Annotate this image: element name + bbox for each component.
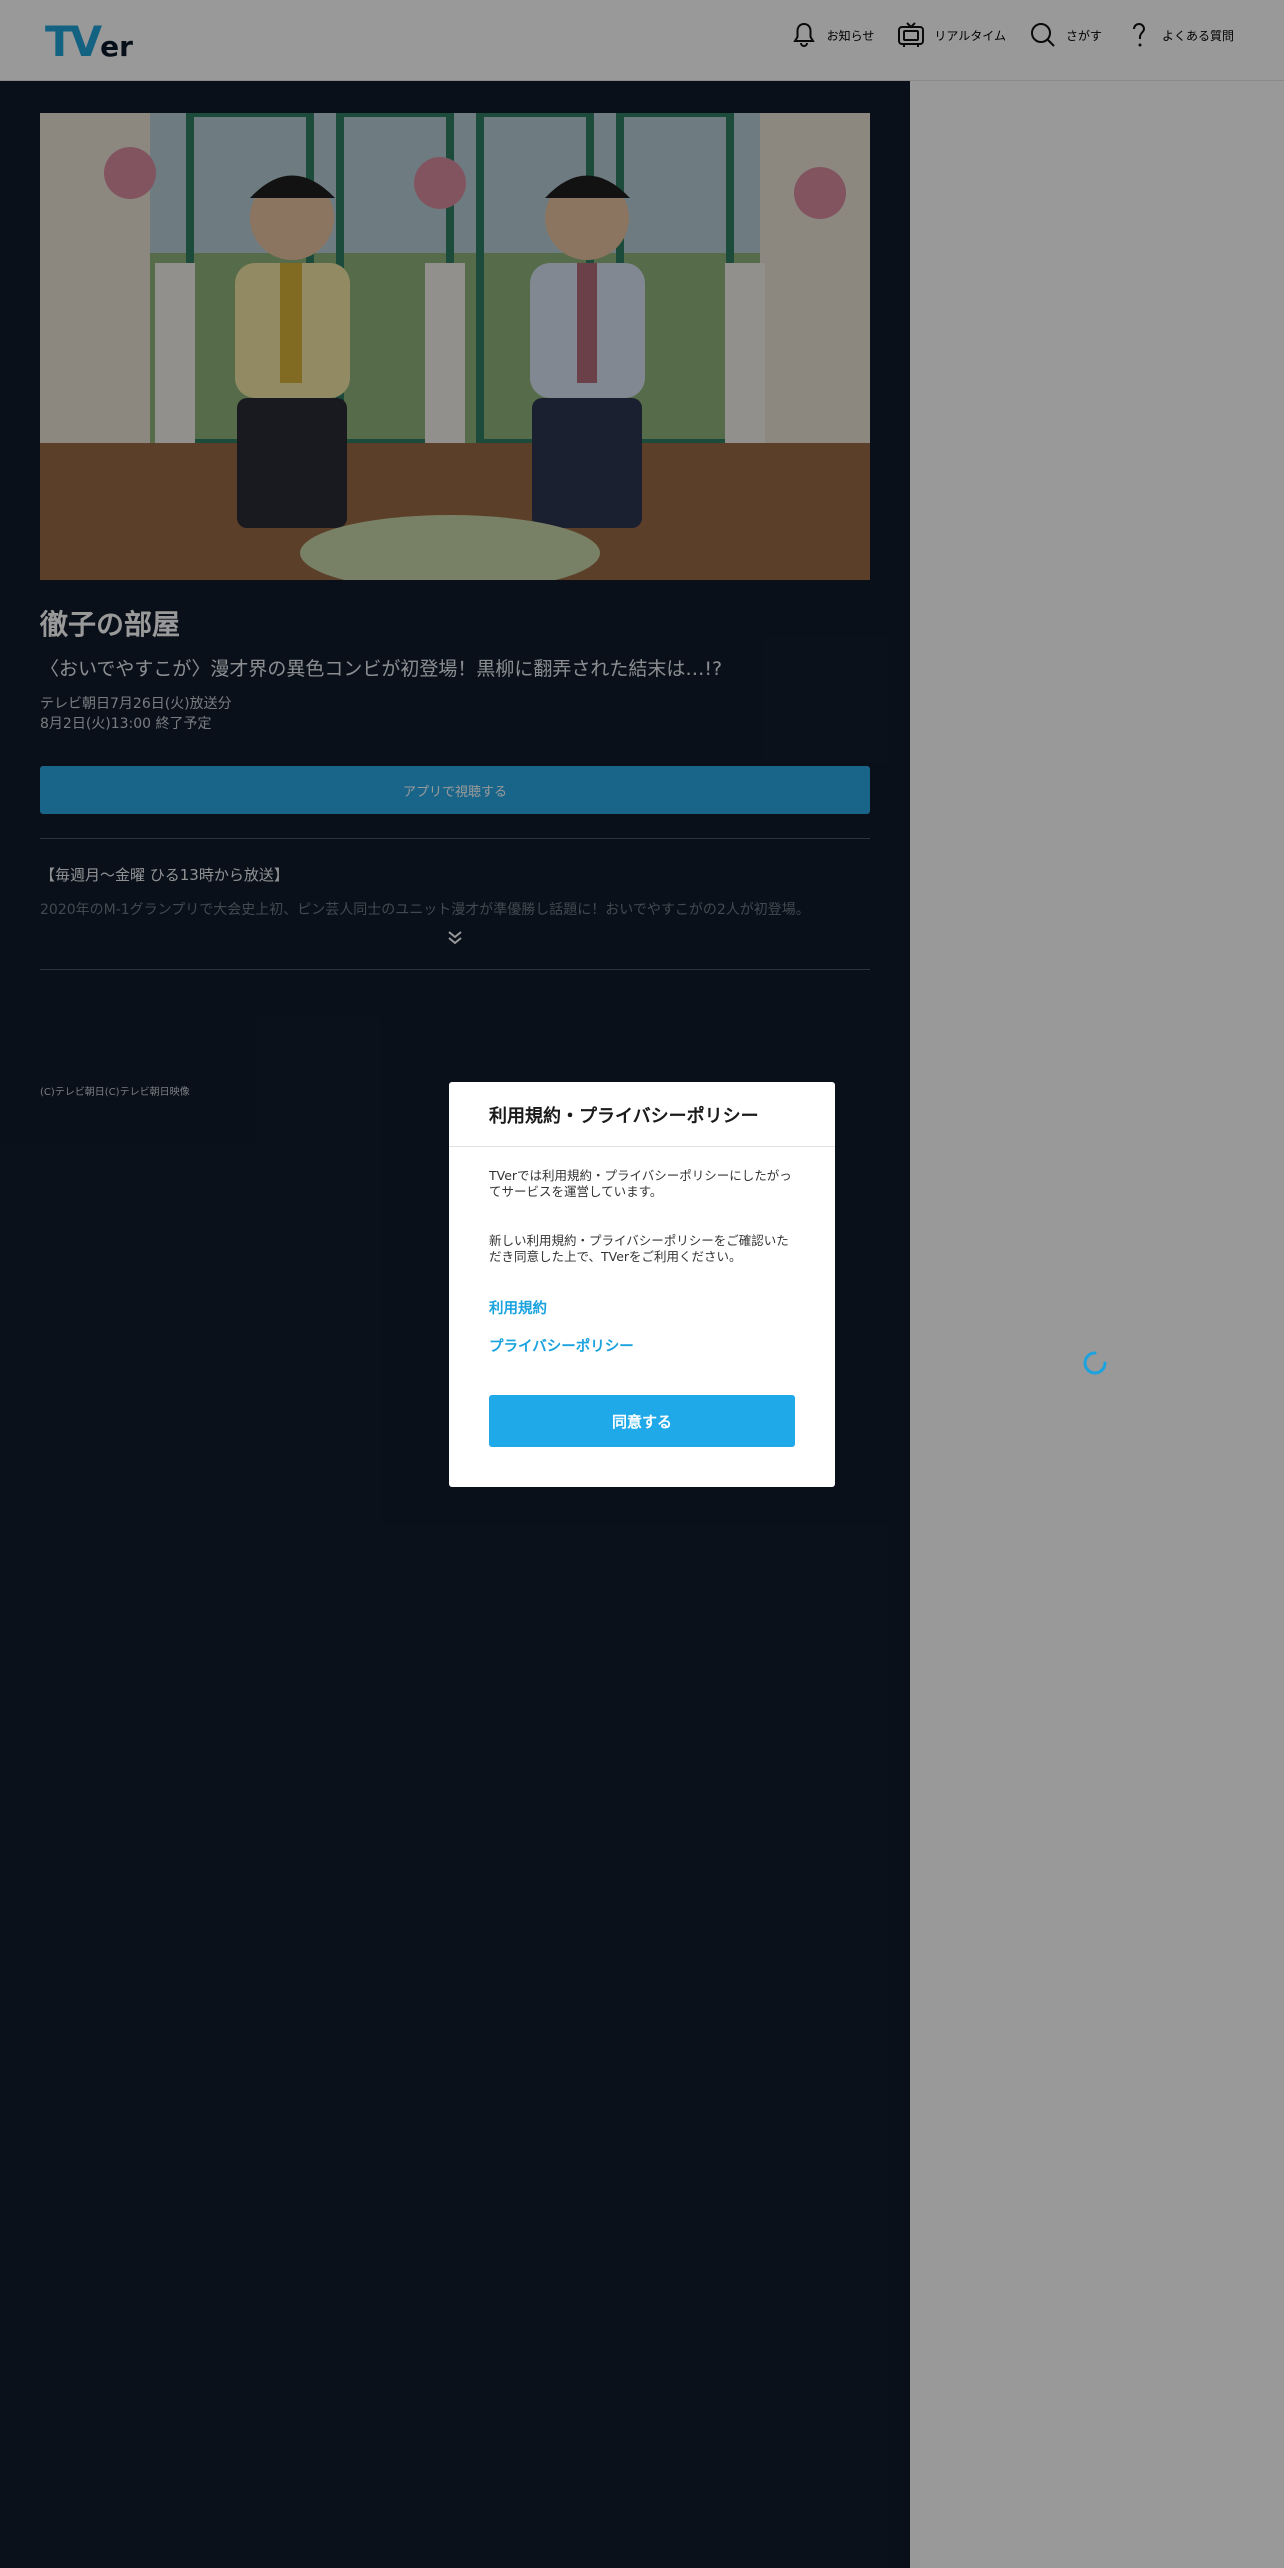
modal-divider: [449, 1146, 835, 1147]
terms-link[interactable]: 利用規約: [489, 1297, 547, 1318]
modal-title: 利用規約・プライバシーポリシー: [489, 1106, 759, 1127]
loading-spinner-icon: [1083, 1351, 1107, 1375]
terms-modal: 利用規約・プライバシーポリシー TVerでは利用規約・プライバシーポリシーにした…: [449, 1082, 835, 1487]
modal-paragraph-1: TVerでは利用規約・プライバシーポリシーにしたがってサービスを運営しています。: [489, 1168, 792, 1199]
modal-paragraph-2: 新しい利用規約・プライバシーポリシーをご確認いただき同意した上で、TVerをご利…: [489, 1233, 789, 1264]
privacy-policy-link[interactable]: プライバシーポリシー: [489, 1335, 634, 1356]
agree-button[interactable]: 同意する: [489, 1395, 795, 1447]
